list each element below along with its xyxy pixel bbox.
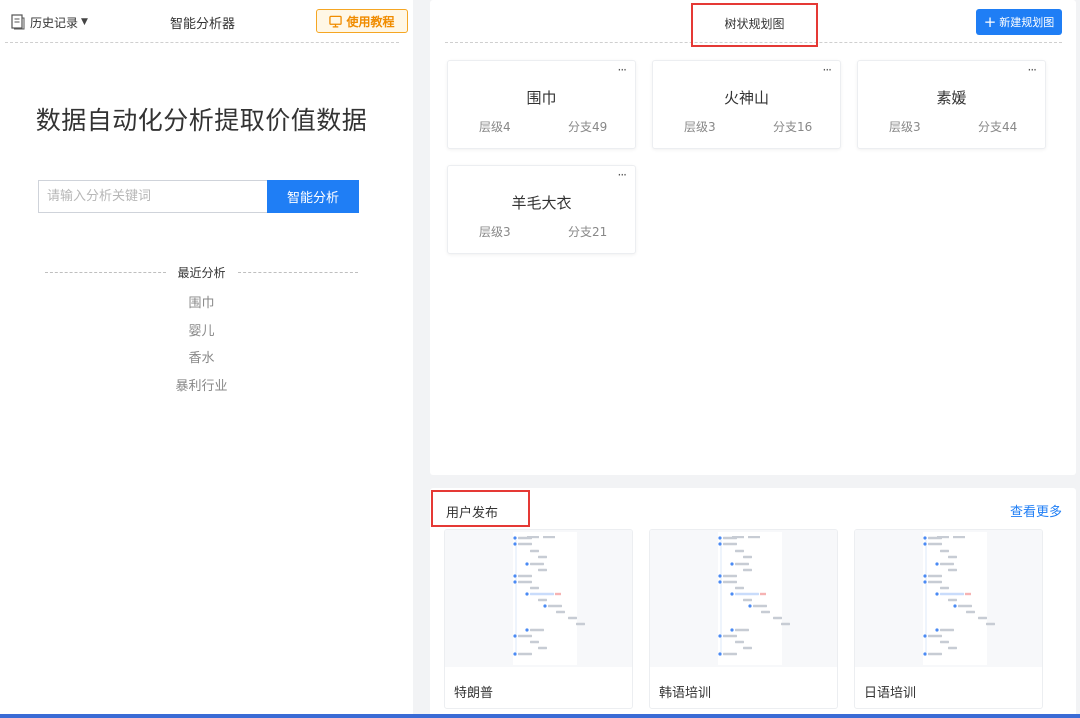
ellipsis-icon[interactable]: ··· xyxy=(618,63,628,77)
history-dropdown[interactable]: 历史记录 ▼ xyxy=(11,12,88,32)
mindmap-preview-image xyxy=(718,532,790,665)
user-publish-title-text: 用户发布 xyxy=(446,506,499,521)
map-card-level: 层级3 xyxy=(479,225,511,239)
tree-map-title: 树状规划图 xyxy=(691,3,818,47)
divider-line xyxy=(237,271,359,273)
recent-item[interactable]: 婴儿 xyxy=(0,323,403,351)
recent-divider: 最近分析 xyxy=(45,263,359,281)
hero-heading: 数据自动化分析提取价值数据 xyxy=(35,106,368,135)
tree-map-panel: 树状规划图 + 新建规划图 ··· 围巾 层级4 分支49 ··· 火神山 层级… xyxy=(430,0,1076,475)
map-card[interactable]: ··· 围巾 层级4 分支49 xyxy=(447,60,636,149)
mindmap-preview-image xyxy=(923,532,995,665)
map-card-level: 层级4 xyxy=(479,120,511,134)
recent-label: 最近分析 xyxy=(177,265,226,280)
ellipsis-icon[interactable]: ··· xyxy=(823,63,833,77)
new-map-label: 新建规划图 xyxy=(999,16,1055,29)
recent-list: 围巾 婴儿 香水 暴利行业 xyxy=(0,295,403,405)
map-card[interactable]: ··· 羊毛大衣 层级3 分支21 xyxy=(447,165,636,254)
new-map-button[interactable]: + 新建规划图 xyxy=(976,9,1062,35)
published-map-card[interactable]: 日语培训 xyxy=(854,529,1043,709)
caret-down-icon: ▼ xyxy=(81,17,88,27)
search-bar: 智能分析 xyxy=(38,180,359,213)
map-card-branches: 分支16 xyxy=(773,120,813,134)
tree-map-title-text: 树状规划图 xyxy=(724,17,785,31)
plus-icon: + xyxy=(983,12,997,31)
map-card-level: 层级3 xyxy=(684,120,716,134)
user-publish-panel: 用户发布 查看更多 特朗普 韩语培训 日语培训 xyxy=(430,488,1076,718)
map-card-level: 层级3 xyxy=(889,120,921,134)
published-map-name: 特朗普 xyxy=(454,686,494,701)
analyze-button[interactable]: 智能分析 xyxy=(267,180,359,213)
published-map-name: 韩语培训 xyxy=(659,686,712,701)
view-more-link[interactable]: 查看更多 xyxy=(1010,501,1062,520)
map-card[interactable]: ··· 火神山 层级3 分支16 xyxy=(652,60,841,149)
map-card-name: 素媛 xyxy=(936,89,967,107)
map-card-name: 火神山 xyxy=(723,89,769,107)
map-card-name: 羊毛大衣 xyxy=(511,194,572,212)
analyzer-title: 智能分析器 xyxy=(170,17,236,32)
published-map-card[interactable]: 特朗普 xyxy=(444,529,633,709)
document-icon xyxy=(11,14,25,30)
divider-line xyxy=(45,271,166,273)
map-card-name: 围巾 xyxy=(526,89,557,107)
published-map-name: 日语培训 xyxy=(864,686,917,701)
analyzer-panel: 历史记录 ▼ 智能分析器 使用教程 数据自动化分析提取价值数据 智能分析 最近分… xyxy=(0,0,413,718)
recent-item[interactable]: 围巾 xyxy=(0,295,403,323)
tutorial-button[interactable]: 使用教程 xyxy=(316,9,408,33)
history-label: 历史记录 xyxy=(30,15,79,30)
mindmap-thumbnail xyxy=(650,530,837,667)
map-card-branches: 分支44 xyxy=(978,120,1018,134)
map-card[interactable]: ··· 素媛 层级3 分支44 xyxy=(857,60,1046,149)
recent-item[interactable]: 香水 xyxy=(0,350,403,378)
bottom-bar xyxy=(0,714,1080,718)
analyzer-header: 历史记录 ▼ 智能分析器 使用教程 xyxy=(5,0,408,43)
tutorial-label: 使用教程 xyxy=(346,14,395,29)
mindmap-preview-image xyxy=(513,532,585,665)
monitor-icon xyxy=(329,15,343,28)
ellipsis-icon[interactable]: ··· xyxy=(1028,63,1038,77)
mindmap-thumbnail xyxy=(445,530,632,667)
search-input[interactable] xyxy=(38,180,267,213)
map-card-branches: 分支49 xyxy=(568,120,608,134)
user-publish-title: 用户发布 xyxy=(431,490,530,527)
recent-item[interactable]: 暴利行业 xyxy=(0,378,403,406)
mindmap-thumbnail xyxy=(855,530,1042,667)
published-map-card[interactable]: 韩语培训 xyxy=(649,529,838,709)
ellipsis-icon[interactable]: ··· xyxy=(618,168,628,182)
map-card-branches: 分支21 xyxy=(568,225,608,239)
